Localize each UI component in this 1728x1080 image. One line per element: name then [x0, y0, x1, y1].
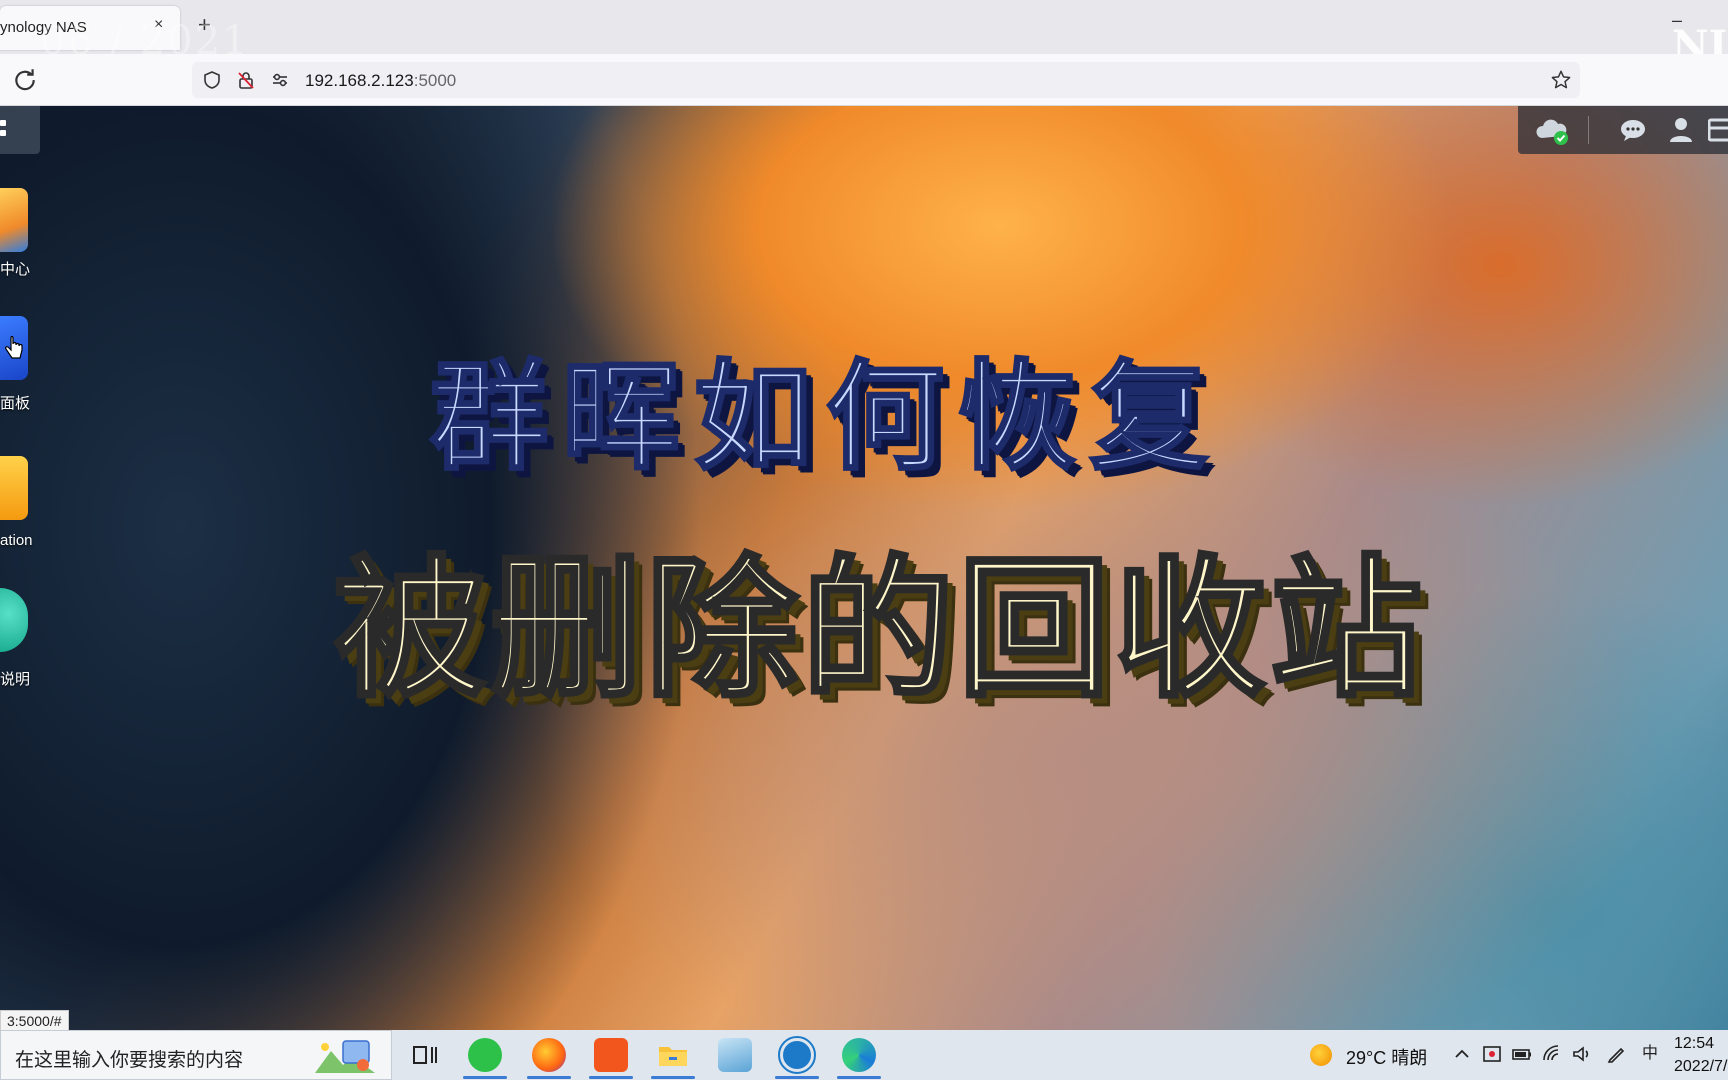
- desktop-icon-file-station[interactable]: ation: [0, 456, 60, 549]
- desktop-icon-package-center[interactable]: 中心: [0, 188, 60, 278]
- url-text[interactable]: 192.168.2.123:5000: [305, 71, 456, 91]
- desktop-icon-label: 中心: [0, 261, 31, 278]
- main-menu-button[interactable]: [0, 106, 40, 154]
- pen-icon[interactable]: [1606, 1044, 1626, 1064]
- chevron-up-icon[interactable]: [1452, 1044, 1472, 1064]
- desktop-icon-help[interactable]: 说明: [0, 588, 60, 688]
- video-title-line2: 被删除的回收站: [332, 539, 1426, 720]
- battery-icon[interactable]: [1512, 1044, 1532, 1064]
- bookmark-star-icon[interactable]: [1550, 69, 1572, 91]
- firefox-icon[interactable]: [532, 1038, 566, 1072]
- cloud-sync-icon[interactable]: [1534, 116, 1570, 146]
- browser-nav-bar: 192.168.2.123:5000: [0, 54, 1728, 106]
- active-app-indicator: [651, 1076, 695, 1079]
- widgets-icon[interactable]: [1708, 118, 1728, 142]
- search-highlight-icon: [315, 1040, 375, 1073]
- weather-text[interactable]: 29°C 晴朗: [1346, 1044, 1427, 1070]
- tray-separator: [1588, 116, 1589, 144]
- volume-icon[interactable]: [1572, 1044, 1592, 1064]
- input-method-indicator[interactable]: 中: [1640, 1044, 1660, 1064]
- chat-icon[interactable]: [1620, 118, 1646, 142]
- active-app-indicator: [527, 1076, 571, 1079]
- address-bar[interactable]: 192.168.2.123:5000: [192, 62, 1580, 98]
- permissions-icon[interactable]: [270, 70, 290, 90]
- shield-icon[interactable]: [202, 70, 222, 90]
- windows-taskbar: 在这里输入你要搜索的内容 29°C 晴朗 中 12:54 2022/7/: [0, 1030, 1728, 1080]
- task-view-icon[interactable]: [408, 1038, 442, 1072]
- security-icon[interactable]: [1482, 1044, 1502, 1064]
- url-port: :5000: [413, 71, 457, 90]
- dsm-desktop: 中心 面板 ation 说明 群晖如何恢复 被删除的回收站: [0, 106, 1728, 1030]
- active-app-indicator: [463, 1076, 507, 1079]
- wechat-icon[interactable]: [468, 1038, 502, 1072]
- active-app-indicator: [589, 1076, 633, 1079]
- hand-cursor-icon: [5, 336, 23, 359]
- reload-icon[interactable]: [12, 66, 38, 92]
- synology-assistant-icon[interactable]: [778, 1036, 816, 1074]
- active-app-indicator: [837, 1076, 881, 1079]
- desktop-icon-label: 面板: [0, 395, 31, 412]
- insecure-lock-icon[interactable]: [236, 70, 256, 90]
- user-icon[interactable]: [1668, 116, 1694, 144]
- package-center-icon: [0, 188, 28, 252]
- file-explorer-icon[interactable]: [656, 1038, 690, 1072]
- grid-icon: [0, 130, 6, 136]
- edge-icon[interactable]: [842, 1038, 876, 1072]
- weather-icon[interactable]: [1310, 1044, 1332, 1066]
- search-placeholder: 在这里输入你要搜索的内容: [15, 1050, 244, 1071]
- desktop-icon-label: ation: [0, 532, 33, 549]
- clock-time: 12:54: [1674, 1035, 1715, 1052]
- active-app-indicator: [775, 1076, 819, 1079]
- folder-icon: [0, 456, 28, 520]
- clock-date: 2022/7/: [1674, 1058, 1728, 1075]
- wifi-icon[interactable]: [1542, 1044, 1562, 1064]
- system-clock[interactable]: 12:54 2022/7/: [1674, 1032, 1728, 1078]
- desktop-icon-label: 说明: [0, 671, 31, 688]
- dsm-top-tray: [1518, 106, 1728, 154]
- help-icon: [0, 588, 28, 652]
- link-status-bar: 3:5000/#: [0, 1010, 69, 1032]
- browser-tab-bar: ynology NAS × + 06 / 2021 – NI: [0, 0, 1728, 69]
- app-icon[interactable]: [718, 1038, 752, 1072]
- url-host: 192.168.2.123: [305, 71, 414, 90]
- grid-icon: [0, 120, 6, 126]
- video-title-line1: 群晖如何恢复: [429, 346, 1223, 488]
- presentation-app-icon[interactable]: [594, 1038, 628, 1072]
- desktop-icon-control-panel[interactable]: 面板: [0, 316, 60, 412]
- taskbar-search-box[interactable]: 在这里输入你要搜索的内容: [0, 1030, 392, 1080]
